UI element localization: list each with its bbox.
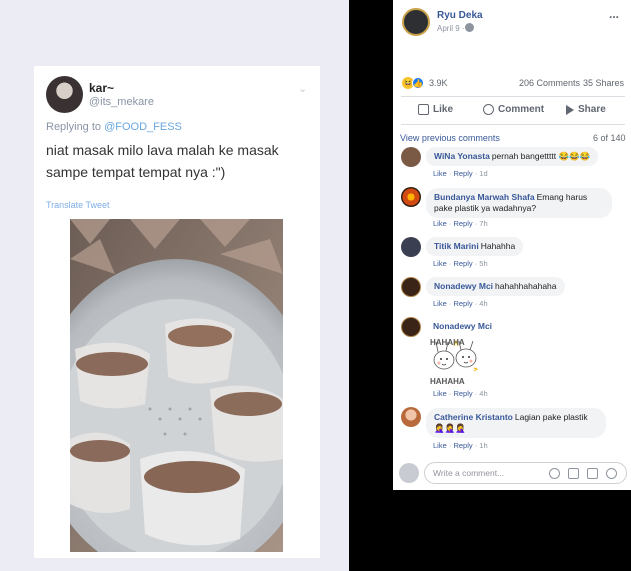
comment-actions: Like · Reply · 4h (433, 299, 488, 308)
post-author-avatar[interactable] (402, 8, 430, 36)
more-options-button[interactable]: ... (609, 7, 619, 21)
mention-link[interactable]: @FOOD_FESS (104, 121, 182, 133)
tweet-replying-to: Replying to @FOOD_FESS (46, 121, 182, 133)
comment-time[interactable]: 7h (479, 219, 487, 228)
comment-input-placeholder: Write a comment... (433, 468, 505, 478)
globe-icon (465, 23, 474, 32)
comment-input[interactable]: Write a comment... (424, 462, 627, 484)
comment-text: pernah bangettttt 😂😂😂 (491, 151, 591, 161)
divider (349, 0, 393, 571)
comment-actions: Like · Reply · 5h (433, 259, 488, 268)
comment-text: Hahahha (480, 241, 516, 251)
steamer-photo (70, 219, 283, 552)
comment-like-link[interactable]: Like (433, 259, 447, 268)
translate-tweet-link[interactable]: Translate Tweet (46, 200, 110, 210)
commenter-avatar[interactable] (401, 277, 421, 297)
camera-icon[interactable] (568, 468, 579, 479)
commenter-avatar[interactable] (401, 317, 421, 337)
comment-button[interactable]: Comment (483, 104, 544, 115)
sticker-caption: HAHAHA (430, 338, 465, 347)
comment-time[interactable]: 4h (479, 389, 487, 398)
commenter-avatar[interactable] (401, 237, 421, 257)
emoji-icon[interactable] (549, 468, 560, 479)
comment-bubble: Catherine Kristanto Lagian pake plastik 🤦… (426, 408, 606, 438)
commenter-name[interactable]: Nonadewy Mci (434, 281, 493, 291)
comment-actions: Like · Reply · 7h (433, 219, 488, 228)
chevron-down-icon: ⌄ (298, 83, 308, 95)
thumbs-up-icon (418, 104, 429, 115)
comment-bubble: Nonadewy Mci hahahhahahaha (426, 277, 565, 296)
sticker-icon[interactable] (606, 468, 617, 479)
comment-time[interactable]: 1h (479, 441, 487, 450)
share-button[interactable]: Share (566, 104, 606, 115)
sticker-caption: HAHAHA (430, 377, 465, 386)
comment-like-link[interactable]: Like (433, 441, 447, 450)
share-icon (566, 104, 574, 115)
tweet-photo (70, 219, 283, 552)
tweet-author-handle: @its_mekare (89, 96, 154, 108)
comment-button-label: Comment (498, 104, 545, 115)
gif-icon[interactable] (587, 468, 598, 479)
commenter-avatar[interactable] (401, 187, 421, 207)
comment-text: hahahhahahaha (495, 281, 557, 291)
reactions-count[interactable]: 3.9K (429, 78, 448, 88)
comment-actions: Like · Reply · 1d (433, 169, 488, 178)
comment-actions: Like · Reply · 4h (433, 389, 488, 398)
comment-like-link[interactable]: Like (433, 169, 447, 178)
current-user-avatar (399, 463, 419, 483)
divider (401, 96, 625, 97)
divider (401, 124, 625, 125)
comment-composer: Write a comment... (396, 460, 629, 486)
commenter-name[interactable]: Catherine Kristanto (434, 412, 513, 422)
like-button[interactable]: Like (418, 104, 453, 115)
comment-time[interactable]: 5h (479, 259, 487, 268)
comment-actions: Like · Reply · 1h (433, 441, 488, 450)
like-button-label: Like (433, 104, 454, 115)
commenter-name[interactable]: WiNa Yonasta (434, 151, 490, 161)
comment-like-link[interactable]: Like (433, 219, 447, 228)
comment-reply-link[interactable]: Reply (453, 299, 472, 308)
tweet-author-avatar (46, 76, 83, 113)
comment-reply-link[interactable]: Reply (453, 441, 472, 450)
tweet-text: niat masak milo lava malah ke masak samp… (46, 142, 279, 180)
comment-reply-link[interactable]: Reply (453, 259, 472, 268)
comment-bubble: WiNa Yonasta pernah bangettttt 😂😂😂 (426, 147, 599, 166)
shares-count[interactable]: 35 Shares (583, 78, 624, 88)
comment-time[interactable]: 4h (479, 299, 487, 308)
haha-sticker: HAHAHA HAHAHA (430, 334, 480, 388)
commenter-name[interactable]: Bundanya Marwah Shafa (434, 192, 535, 202)
comment-time[interactable]: 1d (479, 169, 487, 178)
share-button-label: Share (578, 104, 606, 115)
commenter-avatar[interactable] (401, 147, 421, 167)
comment-icon (483, 104, 494, 115)
comment-bubble: Bundanya Marwah Shafa Emang harus pake pl… (426, 188, 612, 218)
post-date[interactable]: April 9 · (437, 24, 465, 33)
comments-count[interactable]: 206 Comments (519, 78, 580, 88)
comment-bubble: Titik Marini Hahahha (426, 237, 524, 256)
comment-reply-link[interactable]: Reply (453, 219, 472, 228)
post-author-name[interactable]: Ryu Deka (437, 10, 483, 21)
comment-reply-link[interactable]: Reply (453, 169, 472, 178)
like-reaction-icon: 👍 (412, 77, 424, 89)
commenter-avatar[interactable] (401, 407, 421, 427)
comment-like-link[interactable]: Like (433, 389, 447, 398)
commenter-name[interactable]: Nonadewy Mci (433, 321, 492, 331)
comment-reply-link[interactable]: Reply (453, 389, 472, 398)
tweet-author-name: kar~ (89, 81, 115, 95)
comments-page-count: 6 of 140 (593, 133, 626, 143)
commenter-name[interactable]: Titik Marini (434, 241, 479, 251)
replying-prefix: Replying to (46, 121, 105, 133)
view-previous-comments-link[interactable]: View previous comments (400, 133, 500, 143)
comment-like-link[interactable]: Like (433, 299, 447, 308)
post-panel-bottom (393, 490, 631, 571)
